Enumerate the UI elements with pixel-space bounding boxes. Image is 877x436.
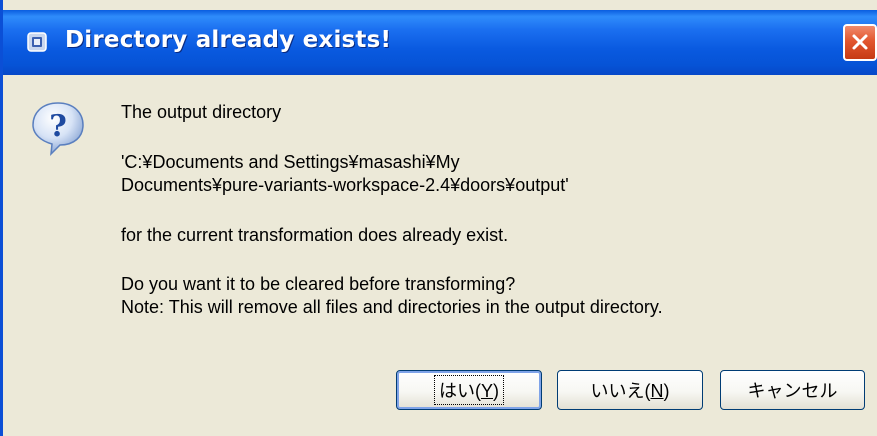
close-x-icon <box>852 34 868 50</box>
no-button-label: いいえ(N) <box>591 377 670 403</box>
cancel-button[interactable]: キャンセル <box>720 370 865 410</box>
message-path-line-2: Documents¥pure-variants-workspace-2.4¥do… <box>121 175 569 195</box>
yes-label-suffix: ) <box>493 381 499 401</box>
window-title: Directory already exists! <box>65 27 392 53</box>
svg-text:?: ? <box>49 109 67 144</box>
yes-button-label: はい(Y) <box>433 375 504 405</box>
no-label-prefix: いいえ( <box>590 381 651 401</box>
message-question: Do you want it to be cleared before tran… <box>121 274 516 294</box>
message-note: Note: This will remove all files and dir… <box>121 297 663 317</box>
message-line-1: The output directory <box>121 102 282 122</box>
java-app-icon[interactable] <box>27 32 47 52</box>
yes-label-prefix: はい( <box>438 381 481 401</box>
dialog-window: Directory already exists! ? The output d… <box>0 0 877 436</box>
no-label-suffix: ) <box>663 381 670 401</box>
close-button[interactable] <box>843 24 877 61</box>
yes-button[interactable]: はい(Y) <box>396 370 542 410</box>
title-bar[interactable]: Directory already exists! <box>3 10 877 75</box>
cancel-button-label: キャンセル <box>747 381 838 401</box>
message-line-exists: for the current transformation does alre… <box>121 225 509 245</box>
message-path-line-1: 'C:¥Documents and Settings¥masashi¥My <box>121 152 460 172</box>
no-button[interactable]: いいえ(N) <box>557 370 703 410</box>
question-icon: ? <box>32 102 84 157</box>
no-mnemonic: N <box>650 381 664 401</box>
yes-mnemonic: Y <box>480 381 493 401</box>
